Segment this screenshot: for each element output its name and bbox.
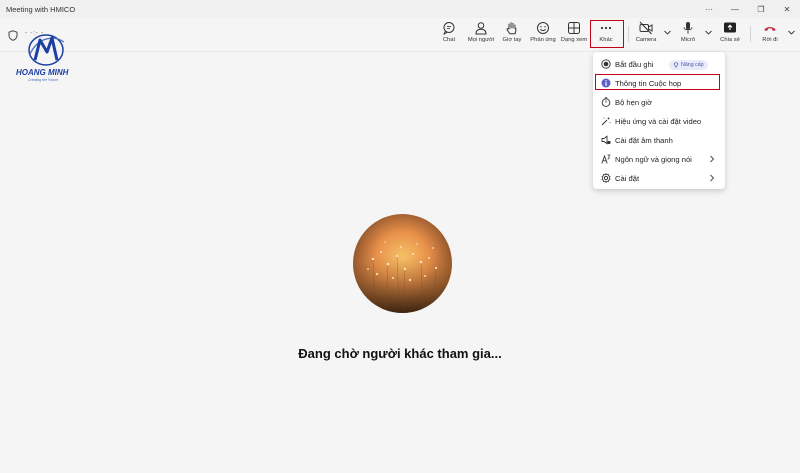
logo-brand-text: HOANG MINH [16,68,69,77]
logo-mark-icon [28,34,65,66]
logo-slogan: Creating the Future [28,78,59,82]
menu-item-label: Bộ hẹn giờ [615,97,653,107]
diamond-icon [673,62,679,68]
upgrade-badge[interactable]: Nâng cấp [669,60,708,70]
leave-button[interactable]: Rời đi [754,21,786,49]
participant-avatar [353,214,452,313]
window-title: Meeting with HMICO [6,4,76,14]
window-more-button[interactable]: ··· [696,0,722,18]
reactions-label: Phản ứng [530,37,556,43]
leave-options-button[interactable] [786,26,796,38]
reactions-button[interactable]: Phản ứng [527,21,559,49]
share-label: Chia sẻ [720,37,740,43]
chevron-down-icon [704,30,712,35]
menu-item-timer[interactable]: Bộ hẹn giờ [593,93,725,111]
window-restore-button[interactable]: ❐ [748,0,774,18]
window-controls: ··· — ❐ ✕ [696,0,800,18]
window-title-bar: Meeting with HMICO ··· — ❐ ✕ [0,0,800,18]
raise-hand-label: Giơ tay [502,37,522,43]
chevron-right-icon [710,174,715,182]
mic-options-button[interactable] [703,26,713,38]
chat-label: Chat [442,37,456,43]
grid-icon [568,22,580,34]
chevron-down-icon [663,30,671,35]
avatar-photo [353,214,452,313]
menu-item-label: Bắt đầu ghi [615,59,654,69]
menu-item-language-speech[interactable]: Ngôn ngữ và giọng nói [593,150,725,168]
meeting-info-highlight [595,74,720,90]
more-options-menu: Bắt đầu ghi Nâng cấp Thông tin Cuộc họp … [593,52,725,189]
camera-label: Camera [635,37,657,43]
language-icon [601,154,611,164]
upgrade-badge-label: Nâng cấp [681,62,704,68]
window-minimize-button[interactable]: — [722,0,748,18]
menu-item-label: Cài đặt âm thanh [615,135,673,145]
window-close-button[interactable]: ✕ [774,0,800,18]
magic-wand-icon [601,116,611,126]
view-button[interactable]: Dạng xem [558,21,590,49]
menu-item-audio-settings[interactable]: Cài đặt âm thanh [593,131,725,149]
camera-options-button[interactable] [662,26,672,38]
company-logo: HOANG MINH Creating the Future [12,32,78,88]
leave-label: Rời đi [762,37,778,43]
menu-item-label: Cài đặt [615,173,640,183]
mic-button[interactable]: Micrô [672,21,704,49]
people-icon [475,22,487,35]
meeting-toolbar: - -:- - Chat Mọi người Giơ tay Phản ứng … [0,18,800,52]
chat-button[interactable]: Chat [433,21,465,49]
hand-icon [506,22,517,35]
menu-item-start-recording[interactable]: Bắt đầu ghi Nâng cấp [593,55,725,73]
smiley-icon [537,22,549,34]
waiting-message: Đang chờ người khác tham gia... [298,346,502,361]
mic-label: Micrô [680,37,696,43]
chevron-right-icon [710,155,715,163]
hang-up-icon [764,27,776,31]
microphone-icon [683,22,693,34]
gear-icon [601,173,611,183]
timer-icon [601,97,611,107]
camera-button[interactable]: Camera [630,21,662,49]
people-label: Mọi người [467,37,495,43]
view-label: Dạng xem [560,37,588,43]
menu-item-label: Hiệu ứng và cài đặt video [615,116,702,126]
camera-off-icon [639,21,653,35]
share-screen-icon [724,22,736,33]
speaker-icon [601,135,611,145]
menu-item-label: Ngôn ngữ và giọng nói [615,154,692,164]
toolbar-divider [628,26,629,42]
chevron-down-icon [787,30,795,35]
menu-item-settings[interactable]: Cài đặt [593,169,725,187]
toolbar-divider [750,26,751,42]
menu-item-video-effects[interactable]: Hiệu ứng và cài đặt video [593,112,725,130]
chat-icon [443,22,455,35]
record-icon [601,59,611,69]
more-button-highlight [590,20,624,48]
raise-hand-button[interactable]: Giơ tay [496,21,528,49]
people-button[interactable]: Mọi người [465,21,497,49]
share-button[interactable]: Chia sẻ [714,21,746,49]
